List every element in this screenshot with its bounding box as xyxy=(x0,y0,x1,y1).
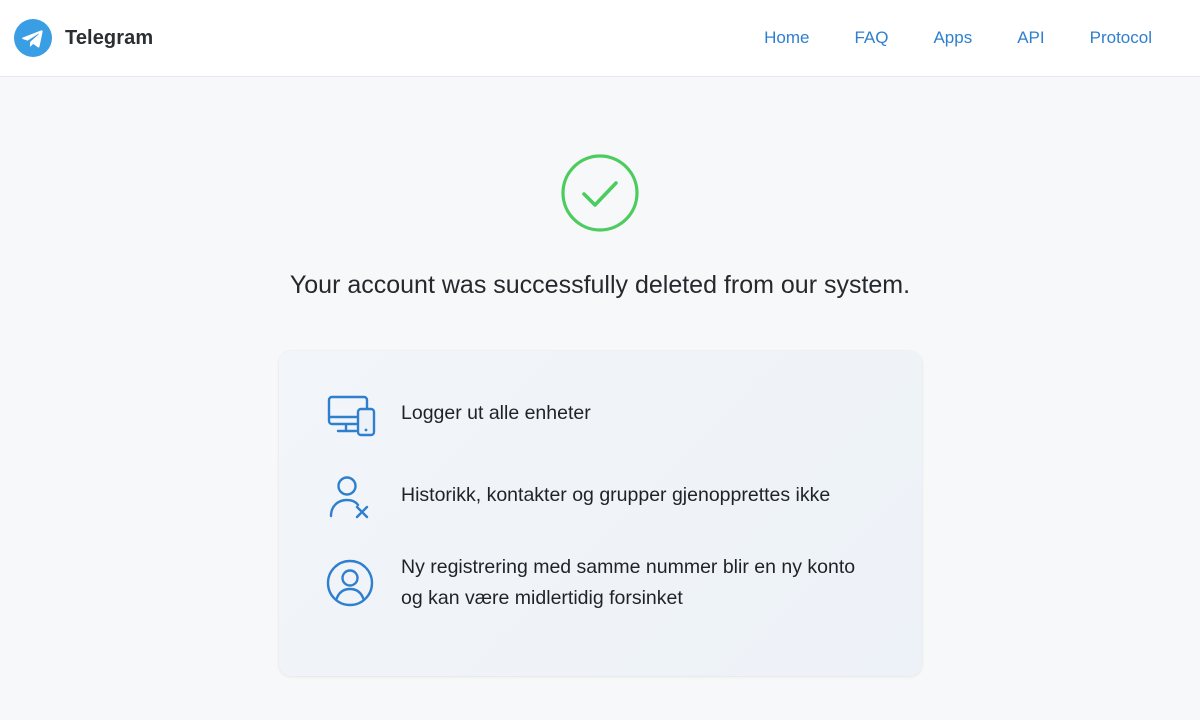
nav-apps-link[interactable]: Apps xyxy=(933,28,972,48)
user-circle-icon xyxy=(326,559,374,607)
brand-name: Telegram xyxy=(65,26,154,49)
user-remove-icon xyxy=(329,476,369,519)
nav-home-link[interactable]: Home xyxy=(764,28,809,48)
telegram-logo-icon xyxy=(14,19,52,57)
nav-protocol-link[interactable]: Protocol xyxy=(1090,28,1152,48)
info-card: Logger ut alle enheter Historikk, kontak… xyxy=(279,351,922,676)
top-nav: Home FAQ Apps API Protocol xyxy=(764,28,1152,48)
info-text-history: Historikk, kontakter og grupper gjenoppr… xyxy=(401,484,831,506)
site-header: Telegram Home FAQ Apps API Protocol xyxy=(0,0,1200,77)
nav-faq-link[interactable]: FAQ xyxy=(854,28,888,48)
info-text-devices: Logger ut alle enheter xyxy=(401,402,591,424)
brand-link[interactable]: Telegram xyxy=(14,19,153,57)
page-title: Your account was successfully deleted fr… xyxy=(289,271,911,299)
info-text-line-1: Ny registrering med samme nummer blir en… xyxy=(401,556,856,578)
devices-icon xyxy=(327,395,376,437)
nav-api-link[interactable]: API xyxy=(1017,28,1044,48)
info-text-reregistration: Ny registrering med samme nummer blir en… xyxy=(401,552,901,614)
check-circle-icon xyxy=(561,154,639,232)
info-text-line-2: og kan være midlertidig forsinket xyxy=(401,587,683,609)
